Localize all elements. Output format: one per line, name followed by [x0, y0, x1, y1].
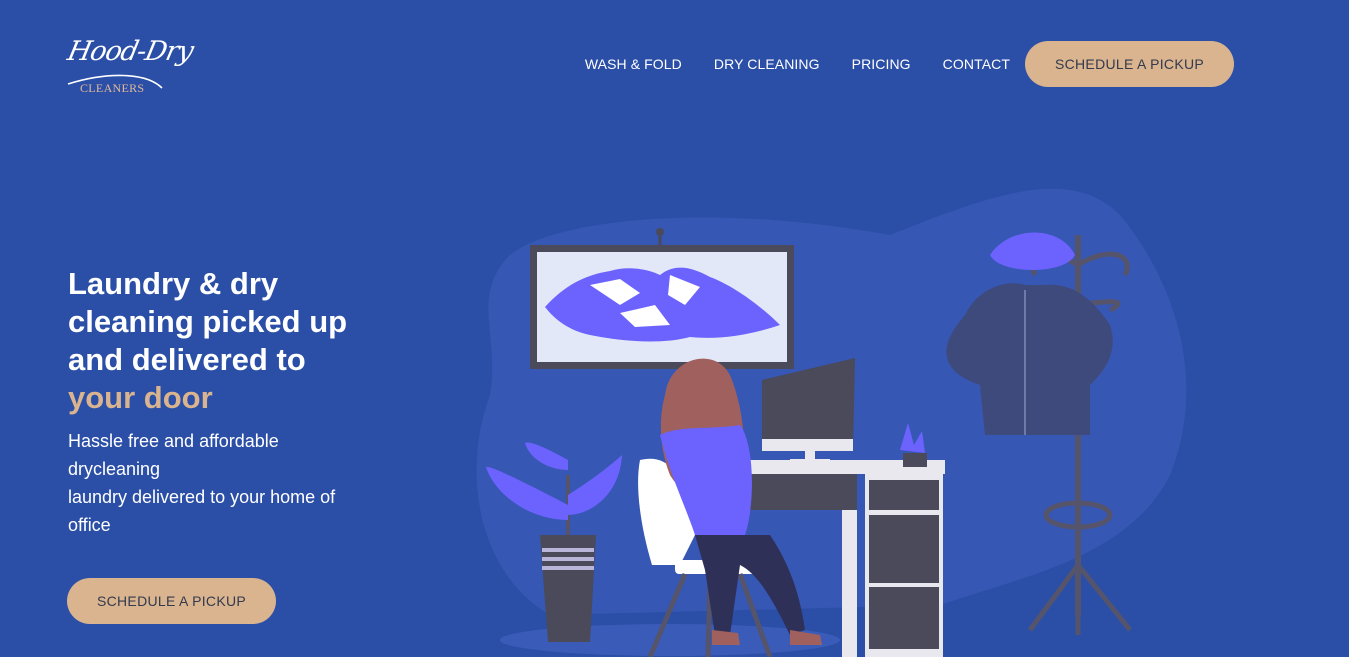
hero-title: Laundry & dry cleaning picked up and del… [68, 265, 398, 417]
schedule-pickup-hero-button[interactable]: SCHEDULE A PICKUP [67, 578, 276, 624]
logo-script: Hood-Dry [64, 36, 196, 67]
hero-description: Hassle free and affordable drycleaning l… [68, 427, 398, 539]
wall-picture [530, 228, 794, 369]
hero-desc-line-3: laundry delivered to your home of [68, 487, 336, 507]
hero-desc-line-2: drycleaning [68, 459, 161, 479]
hero-title-line-2: cleaning picked up [68, 304, 348, 339]
nav-wash-fold[interactable]: WASH & FOLD [585, 56, 682, 72]
site-logo[interactable]: Hood-Dry CLEANERS [64, 34, 206, 100]
nav-dry-cleaning[interactable]: DRY CLEANING [714, 56, 820, 72]
hero-title-line-1: Laundry & dry [68, 266, 279, 301]
hero-title-line-3: and delivered to [68, 342, 306, 377]
office-illustration [476, 188, 1187, 657]
nav-contact[interactable]: CONTACT [943, 56, 1010, 72]
logo-subtitle: CLEANERS [80, 81, 145, 95]
main-nav: WASH & FOLD DRY CLEANING PRICING CONTACT… [585, 41, 1266, 87]
hero-desc-line-1: Hassle free and affordable [68, 431, 279, 451]
hero-section: Laundry & dry cleaning picked up and del… [67, 265, 398, 624]
schedule-pickup-nav-button[interactable]: SCHEDULE A PICKUP [1025, 41, 1234, 87]
hero-desc-line-4: office [68, 515, 111, 535]
hero-title-accent: your door [68, 380, 213, 415]
nav-pricing[interactable]: PRICING [852, 56, 911, 72]
